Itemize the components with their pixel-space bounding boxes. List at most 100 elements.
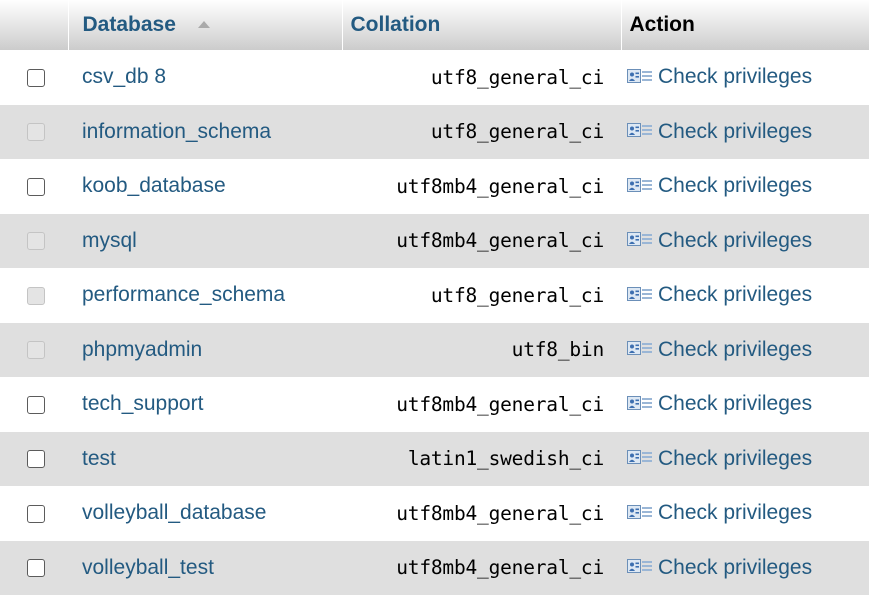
collation-cell: utf8mb4_general_ci [396,556,604,580]
database-name-link[interactable]: volleyball_test [82,556,214,579]
collation-cell: utf8_general_ci [430,65,604,89]
row-checkbox[interactable] [27,504,45,523]
header-database[interactable]: Database [68,0,343,50]
action-cell: Check privileges [621,214,869,269]
table-row: koob_database utf8mb4_general_ci Check p… [0,159,869,214]
privileges-icon [627,450,652,465]
database-name-cell: volleyball_database [68,486,342,541]
privileges-icon [627,395,652,410]
database-name-link[interactable]: phpmyadmin [82,338,202,361]
action-cell: Check privileges [621,377,869,432]
database-name-cell: performance_schema [68,268,342,323]
checkbox-cell [0,323,68,378]
database-name-cell: tech_support [68,377,342,432]
privileges-icon [627,286,652,301]
database-name-cell: csv_db 8 [68,50,342,105]
check-privileges-link[interactable]: Check privileges [627,501,812,524]
action-cell: Check privileges [621,159,869,214]
check-privileges-link[interactable]: Check privileges [627,283,812,306]
check-privileges-label: Check privileges [658,174,813,198]
check-privileges-link[interactable]: Check privileges [627,65,812,88]
database-name-cell: koob_database [68,159,342,214]
database-name-link[interactable]: koob_database [82,174,226,197]
check-privileges-label: Check privileges [658,555,813,579]
check-privileges-link[interactable]: Check privileges [627,392,812,415]
row-checkbox [27,341,45,360]
collation-cell: utf8mb4_general_ci [396,392,604,416]
checkbox-cell [0,377,68,432]
check-privileges-link[interactable]: Check privileges [627,447,812,470]
checkbox-cell [0,268,68,323]
table-row: mysql utf8mb4_general_ci Check privilege… [0,213,869,269]
check-privileges-link[interactable]: Check privileges [627,120,812,143]
table-row: test latin1_swedish_ci Check privileges [0,431,869,487]
table-row: tech_support utf8mb4_general_ci Check pr… [0,377,869,432]
collation-cell: utf8_general_ci [430,120,604,144]
checkbox-cell [0,486,68,541]
privileges-icon [627,232,652,247]
table-row: volleyball_database utf8mb4_general_ci C… [0,486,869,541]
row-checkbox[interactable] [27,559,45,578]
row-checkbox[interactable] [27,177,45,196]
action-cell: Check privileges [621,105,869,160]
check-privileges-label: Check privileges [658,337,813,361]
collation-cell: utf8mb4_general_ci [396,501,604,525]
row-checkbox[interactable] [27,68,45,87]
database-name-link[interactable]: test [82,447,116,470]
database-name-link[interactable]: volleyball_database [82,501,266,524]
checkbox-cell [0,105,68,160]
row-checkbox[interactable] [27,450,45,469]
privileges-icon [627,504,652,519]
privileges-icon [627,123,652,138]
table-body: csv_db 8 utf8_general_ci Check privilege… [0,50,869,595]
checkbox-cell [0,50,68,105]
sort-by-database-link[interactable]: Database [83,13,210,36]
check-privileges-link[interactable]: Check privileges [627,229,812,252]
row-checkbox [27,232,45,251]
action-cell: Check privileges [621,323,869,378]
privileges-icon [627,341,652,356]
database-name-link[interactable]: tech_support [82,392,203,415]
databases-table: Database Collation Action csv_db 8 utf8_… [0,0,869,595]
sort-by-collation-link[interactable]: Collation [351,13,441,36]
database-name-cell: phpmyadmin [68,323,342,378]
check-privileges-label: Check privileges [658,501,813,525]
check-privileges-label: Check privileges [658,65,813,89]
database-name-cell: mysql [68,214,342,269]
table-row: volleyball_test utf8mb4_general_ci Check… [0,540,869,595]
header-collation[interactable]: Collation [342,0,622,50]
table-row: csv_db 8 utf8_general_ci Check privilege… [0,50,869,105]
database-name-link[interactable]: mysql [82,229,137,252]
check-privileges-link[interactable]: Check privileges [627,338,812,361]
check-privileges-label: Check privileges [658,446,813,470]
header-action: Action [621,0,869,50]
collation-cell: utf8mb4_general_ci [396,174,604,198]
action-cell: Check privileges [621,432,869,487]
sort-ascending-icon[interactable] [197,20,210,28]
header-row: Database Collation Action [0,0,869,50]
checkbox-cell [0,432,68,487]
database-name-link[interactable]: csv_db 8 [82,65,166,88]
database-name-cell: information_schema [68,105,342,160]
check-privileges-label: Check privileges [658,119,813,143]
privileges-icon [627,559,652,574]
database-name-link[interactable]: information_schema [82,120,271,143]
table-row: phpmyadmin utf8_bin Check privileges [0,322,869,378]
check-privileges-link[interactable]: Check privileges [627,556,812,579]
header-database-label: Database [82,13,176,36]
checkbox-cell [0,541,68,595]
database-name-link[interactable]: performance_schema [82,283,285,306]
action-cell: Check privileges [621,268,869,323]
check-privileges-link[interactable]: Check privileges [627,174,812,197]
table-row: information_schema utf8_general_ci Check… [0,104,869,160]
row-checkbox [27,123,45,142]
row-checkbox [27,286,45,305]
row-checkbox[interactable] [27,395,45,414]
database-name-cell: test [68,432,342,487]
action-cell: Check privileges [621,541,869,595]
privileges-icon [627,177,652,192]
header-checkbox-cell [0,0,69,50]
collation-cell: utf8_bin [511,338,605,362]
check-privileges-label: Check privileges [658,283,813,307]
table-header: Database Collation Action [0,0,869,50]
